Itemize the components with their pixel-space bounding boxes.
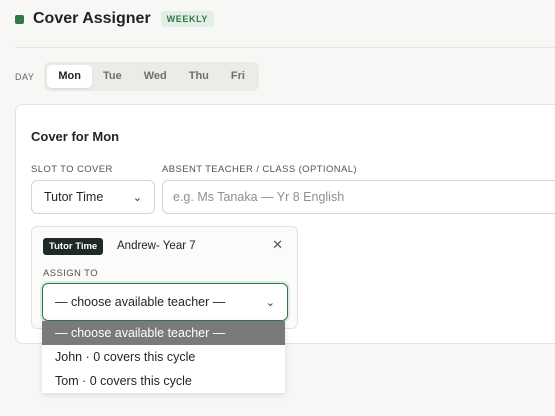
chevron-down-icon: ⌄ xyxy=(265,296,275,309)
close-icon[interactable]: ✕ xyxy=(272,237,283,253)
slot-select-value: Tutor Time xyxy=(44,190,104,204)
slot-select[interactable]: Tutor Time ⌄ xyxy=(31,180,155,214)
dropdown-option[interactable]: Tom · 0 covers this cycle xyxy=(42,369,285,393)
weekly-badge: WEEKLY xyxy=(160,11,214,27)
assign-label: ASSIGN TO xyxy=(43,268,98,279)
tab-wed[interactable]: Wed xyxy=(133,65,178,88)
day-label: DAY xyxy=(15,71,35,82)
logo-icon xyxy=(15,14,24,24)
teacher-dropdown: — choose available teacher — John · 0 co… xyxy=(42,321,285,393)
chevron-down-icon: ⌄ xyxy=(132,191,142,204)
teacher-select[interactable]: — choose available teacher — ⌄ xyxy=(42,283,288,321)
app-title: Cover Assigner xyxy=(33,10,151,27)
dropdown-option[interactable]: John · 0 covers this cycle xyxy=(42,345,285,369)
cover-title: Cover for Mon xyxy=(31,129,120,144)
absent-input-placeholder: e.g. Ms Tanaka — Yr 8 English xyxy=(173,190,345,204)
header-divider xyxy=(15,47,555,48)
tab-fri[interactable]: Fri xyxy=(220,65,256,88)
teacher-select-value: — choose available teacher — xyxy=(55,295,226,309)
dropdown-option[interactable]: — choose available teacher — xyxy=(42,321,285,345)
slot-card: Tutor Time Andrew- Year 7 ✕ ASSIGN TO — … xyxy=(31,226,298,329)
cover-card: Cover for Mon SLOT TO COVER Tutor Time ⌄… xyxy=(15,104,555,344)
tab-tue[interactable]: Tue xyxy=(92,65,133,88)
tab-mon[interactable]: Mon xyxy=(47,65,92,88)
slot-tag: Tutor Time xyxy=(43,238,104,255)
tab-thu[interactable]: Thu xyxy=(178,65,220,88)
day-selector: DAY Mon Tue Wed Thu Fri xyxy=(15,62,259,91)
day-tabs: Mon Tue Wed Thu Fri xyxy=(44,62,259,91)
slot-name: Andrew- Year 7 xyxy=(117,240,196,252)
slot-label: SLOT TO COVER xyxy=(31,164,113,175)
app-header: Cover Assigner WEEKLY xyxy=(15,8,214,30)
absent-label: ABSENT TEACHER / CLASS (OPTIONAL) xyxy=(162,164,357,175)
absent-input[interactable]: e.g. Ms Tanaka — Yr 8 English xyxy=(162,180,555,214)
